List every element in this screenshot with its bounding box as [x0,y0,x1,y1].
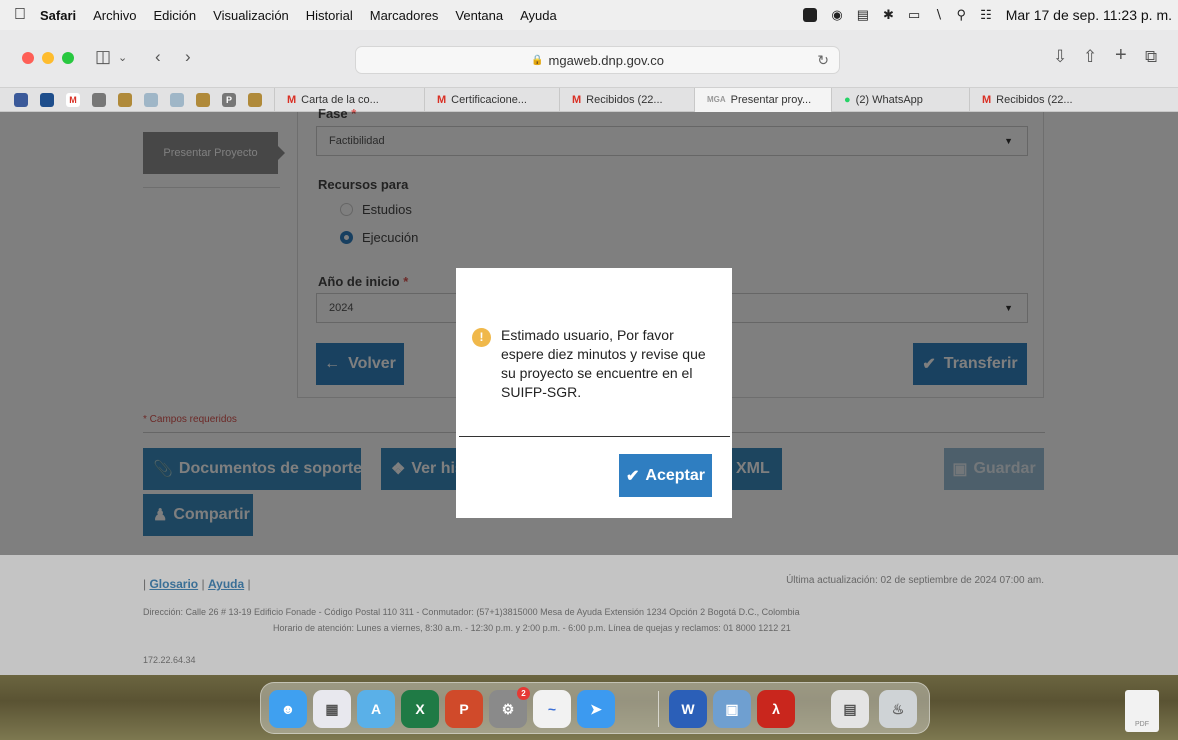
bookmark-page-icon[interactable] [144,92,158,107]
reload-icon[interactable]: ↻ [817,52,829,69]
excel-icon[interactable]: X [401,690,439,728]
menu-app-name[interactable]: Safari [40,8,76,23]
tab-certificaciones[interactable]: M Certificacione... [424,87,559,112]
modal-message: Estimado usuario, Por favor espere diez … [501,327,706,400]
safari-toolbar: ◫ ⌄ ‹ › 🔒 mgaweb.dnp.gov.co ↻ ⇩ ⇧ + ⧉ [0,30,1178,88]
footer-address: Dirección: Calle 26 # 13-19 Edificio Fon… [143,607,800,617]
minimize-window-icon[interactable] [42,52,54,64]
bookmark-chatgpt-icon[interactable] [92,92,106,107]
tab-whatsapp[interactable]: ● (2) WhatsApp [831,87,969,112]
display-icon[interactable]: ▤ [857,7,869,23]
trash-icon[interactable]: ♨ [879,690,917,728]
info-modal: ! Estimado usuario, Por favor espere die… [456,268,732,518]
sidebar-toggle-icon[interactable]: ◫ [95,47,111,67]
share-icon[interactable]: ⇧ [1083,47,1097,67]
dock: ☻ ▦ A X P ⚙ 2 ~ ➤ W ▣ λ ▤ ♨ [260,682,930,734]
status-app-icon[interactable] [803,8,818,22]
gmail-icon: M [287,93,297,106]
modal-divider [459,436,730,437]
freeform-icon[interactable]: ~ [533,690,571,728]
aceptar-button[interactable]: ✔ Aceptar [619,454,712,497]
tab-overview-icon[interactable]: ⧉ [1145,47,1157,67]
mga-icon: MGA [707,95,726,104]
checkmark-icon: ✔ [626,467,640,485]
pdf-file-icon[interactable]: PDF [1125,690,1159,732]
menu-historial[interactable]: Historial [306,8,353,23]
downloads-icon[interactable]: ⇩ [1053,47,1067,67]
address-bar[interactable]: 🔒 mgaweb.dnp.gov.co ↻ [355,46,840,74]
tabs-bar: M P M Carta de la co... M Certificacione..… [0,87,1178,112]
macos-menubar:  Safari Archivo Edición Visualización H… [0,0,1178,30]
app-store-icon[interactable]: A [357,690,395,728]
bookmark-page-icon[interactable] [170,92,184,107]
battery-icon[interactable]: ▭ [908,7,920,23]
glosario-link[interactable]: Glosario [149,577,198,591]
word-icon[interactable]: W [669,690,707,728]
bluetooth-icon[interactable]: ✱ [883,7,894,23]
zoom-window-icon[interactable] [62,52,74,64]
new-tab-plus-icon[interactable]: + [1115,44,1127,67]
tab-recibidos-2[interactable]: M Recibidos (22... [969,87,1093,112]
menu-ayuda[interactable]: Ayuda [520,8,557,23]
tab-recibidos[interactable]: M Recibidos (22... [559,87,694,112]
gmail-icon: M [572,93,582,106]
bookmark-uam-icon[interactable] [14,92,28,107]
menu-edicion[interactable]: Edición [154,8,197,23]
bookmark-shield-icon[interactable] [248,92,262,107]
forward-arrow-icon[interactable]: › [185,47,191,67]
apple-logo-icon[interactable]:  [0,6,40,24]
gmail-icon: M [982,93,992,106]
launchpad-icon[interactable]: ▦ [313,690,351,728]
menu-visualizacion[interactable]: Visualización [213,8,289,23]
notification-badge: 2 [517,687,530,700]
system-settings-icon[interactable]: ⚙ 2 [489,687,530,728]
lock-icon: 🔒 [531,54,544,66]
preview-icon[interactable]: ▣ [713,690,751,728]
server-ip: 172.22.64.34 [143,655,196,665]
bookmark-shield-icon[interactable] [118,92,132,107]
gmail-icon: M [437,93,447,106]
warning-icon: ! [472,328,491,347]
menu-marcadores[interactable]: Marcadores [370,8,439,23]
ayuda-link[interactable]: Ayuda [208,577,244,591]
last-updated: Última actualización: 02 de septiembre d… [786,575,1044,586]
tab-presentar-proyecto[interactable]: MGA Presentar proy... [694,87,831,112]
footer-hours: Horario de atención: Lunes a viernes, 8:… [273,623,791,633]
bookmark-p-icon[interactable]: P [222,92,236,107]
dock-separator [658,691,659,727]
bookmark-shield-icon[interactable] [196,92,210,107]
close-window-icon[interactable] [22,52,34,64]
url-text: mgaweb.dnp.gov.co [548,52,664,68]
whatsapp-icon: ● [844,93,851,106]
control-center-icon[interactable]: ☷ [980,7,992,23]
document-stack-icon[interactable]: ▤ [831,690,869,728]
acrobat-icon[interactable]: λ [757,690,795,728]
finder-icon[interactable]: ☻ [269,690,307,728]
bookmark-gmail-icon[interactable]: M [66,92,80,107]
footer-links: | Glosario | Ayuda | [143,577,251,591]
menu-ventana[interactable]: Ventana [455,8,503,23]
page-footer: | Glosario | Ayuda | Última actualizació… [0,555,1178,675]
back-arrow-icon[interactable]: ‹ [155,47,161,67]
chevron-down-icon[interactable]: ⌄ [118,51,127,64]
spotlight-search-icon[interactable]: ⚲ [957,7,967,23]
bookmark-site-icon[interactable] [40,92,54,107]
menubar-clock[interactable]: Mar 17 de sep. 11:23 p. m. [1006,7,1172,23]
wifi-off-icon[interactable]: ∖ [934,7,942,23]
menu-archivo[interactable]: Archivo [93,8,136,23]
powerpoint-icon[interactable]: P [445,690,483,728]
safari-compass-icon[interactable]: ➤ [577,690,615,728]
play-icon[interactable]: ◉ [831,7,842,23]
